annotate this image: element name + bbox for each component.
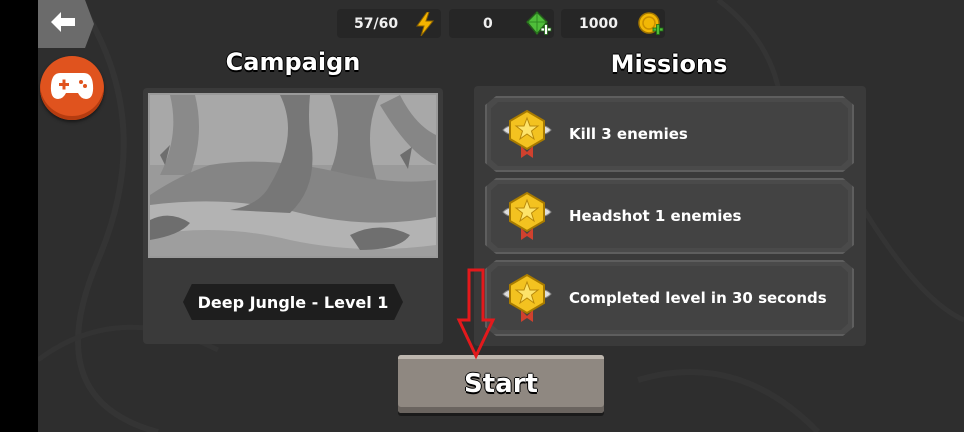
back-button[interactable] xyxy=(38,0,94,48)
mission-item-1: Kill 3 enemies xyxy=(485,96,854,172)
left-edge-bar xyxy=(0,0,38,432)
mission-label: Headshot 1 enemies xyxy=(569,207,742,225)
level-name-label: Deep Jungle - Level 1 xyxy=(183,284,403,320)
gamepad-button[interactable] xyxy=(40,56,104,120)
jungle-scene-image xyxy=(150,95,436,256)
lightning-icon xyxy=(415,11,435,40)
campaign-level-preview[interactable] xyxy=(148,93,438,258)
start-button-label: Start xyxy=(464,369,538,399)
gem-value: 0 xyxy=(483,15,493,32)
campaign-title: Campaign xyxy=(225,48,361,76)
mission-label: Kill 3 enemies xyxy=(569,125,688,143)
energy-value: 57/60 xyxy=(354,15,399,32)
coin-value: 1000 xyxy=(579,15,618,32)
mission-item-2: Headshot 1 enemies xyxy=(485,178,854,254)
gold-coin-add-icon[interactable] xyxy=(637,10,665,42)
gold-medal-icon xyxy=(501,190,553,242)
mission-item-3: Completed level in 30 seconds xyxy=(485,260,854,336)
red-down-arrow-icon xyxy=(456,268,496,360)
energy-counter: 57/60 xyxy=(337,9,441,38)
back-arrow-icon xyxy=(50,11,76,37)
gold-medal-icon xyxy=(501,272,553,324)
mission-label: Completed level in 30 seconds xyxy=(569,289,827,307)
gem-counter: 0 xyxy=(449,9,554,38)
missions-title: Missions xyxy=(610,50,728,78)
start-button[interactable]: Start xyxy=(398,355,604,413)
coin-counter: 1000 xyxy=(561,9,665,38)
green-gem-add-icon[interactable] xyxy=(525,10,553,42)
gold-medal-icon xyxy=(501,108,553,160)
gamepad-icon xyxy=(50,71,94,105)
